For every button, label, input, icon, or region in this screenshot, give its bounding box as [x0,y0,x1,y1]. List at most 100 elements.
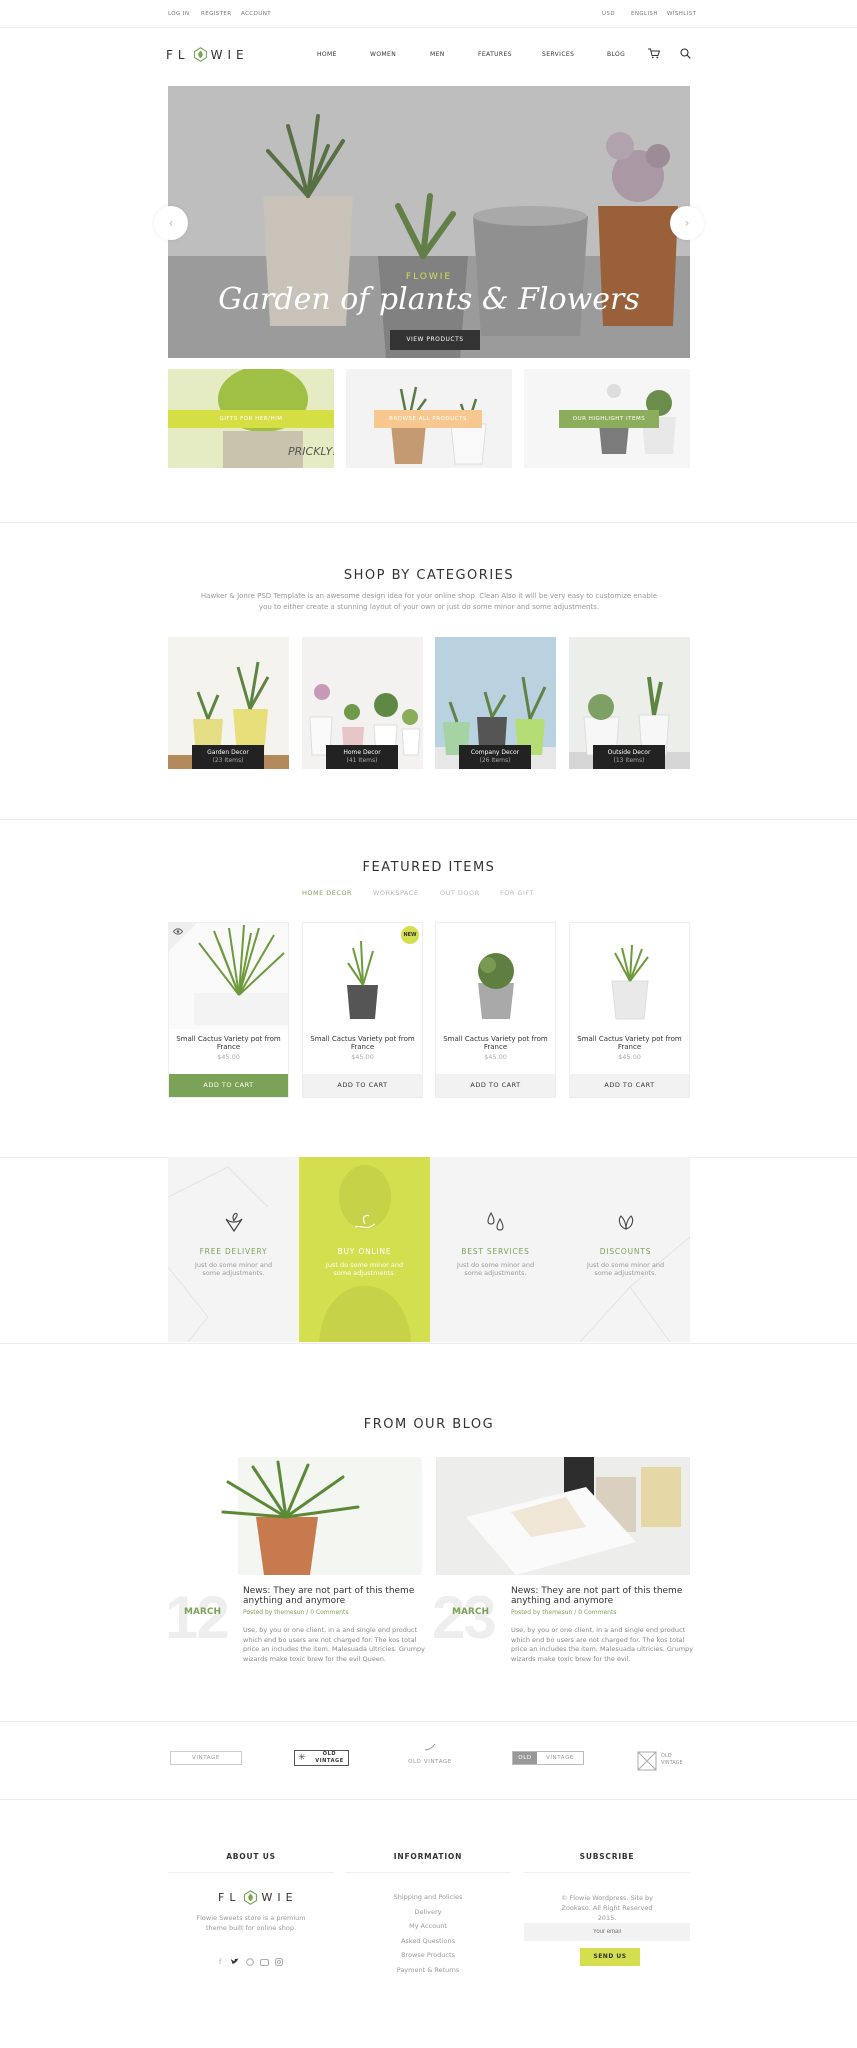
categories-title: SHOP BY CATEGORIES [343,568,515,583]
category-garden-decor[interactable]: Garden Decor (23 Items) [168,637,289,769]
view-products-button[interactable]: VIEW PRODUCTS [390,330,480,350]
currency-select[interactable]: USD [602,11,615,17]
blog-post-title[interactable]: News: They are not part of this theme an… [511,1586,696,1606]
cart-icon[interactable] [648,48,660,59]
footer-link-my-account[interactable]: My Account [345,1922,511,1930]
comments-link[interactable]: 0 Comments [310,1609,348,1616]
category-count: (26 Items) [479,757,511,764]
category-label: Company Decor (26 Items) [459,745,531,769]
brand-logo[interactable]: OLD VINTAGE [512,1751,584,1765]
about-text: Flowie Sweets store is a premium theme b… [196,1914,306,1932]
footer-link-delivery[interactable]: Delivery [345,1908,511,1916]
instagram-icon[interactable] [275,1958,283,1966]
tab-out-door[interactable]: OUT DOOR [440,889,480,897]
add-to-cart-button[interactable]: ADD TO CART [169,1074,288,1097]
brand-logo[interactable]: ✳ OLD VINTAGE [294,1750,349,1766]
footer-link-payment-returns[interactable]: Payment & Returns [345,1966,511,1974]
product-price: $45.00 [351,1053,374,1061]
product-name[interactable]: Small Cactus Variety pot from France [576,1035,683,1051]
login-link[interactable]: LOG IN [168,11,189,17]
nav-blog[interactable]: BLOG [607,51,625,58]
product-card[interactable]: Small Cactus Variety pot from France $45… [435,922,556,1098]
promo-browse[interactable]: BROWSE ALL PRODUCTS [346,369,512,468]
add-to-cart-button[interactable]: ADD TO CART [436,1074,555,1097]
twitter-icon[interactable] [231,1958,239,1965]
blog-meta: Posted by themesun / 0 Comments [243,1609,348,1616]
nav-features[interactable]: FEATURES [478,51,512,58]
brand-logo[interactable]: OLD VINTAGE [400,1756,460,1770]
search-icon[interactable] [680,48,691,59]
gifts-button[interactable]: GIFTS FOR HER/HIM [168,410,334,428]
footer-logo[interactable]: FL WIE [218,1890,298,1905]
email-input[interactable] [524,1923,690,1941]
youtube-icon[interactable] [260,1959,269,1966]
tab-home-decor[interactable]: HOME DECOR [302,889,352,897]
nav-women[interactable]: WOMEN [370,51,396,58]
featured-title: FEATURED ITEMS [362,860,496,875]
blog-title: FROM OUR BLOG [363,1417,495,1432]
footer-link-shipping[interactable]: Shipping and Policies [345,1893,511,1901]
comments-link[interactable]: 0 Comments [578,1609,616,1616]
logo-text-left: FL [218,1891,241,1904]
hero-title: Garden of plants & Flowers [218,282,640,317]
category-count: (13 Items) [613,757,645,764]
divider [0,819,857,820]
service-text: Just do some minor and some adjustments. [325,1261,404,1277]
top-bar: LOG IN REGISTER ACCOUNT USD ENGLISH WISH… [0,0,857,28]
footer-link-asked-questions[interactable]: Asked Questions [345,1937,511,1945]
eye-icon[interactable] [173,928,183,935]
category-name: Outside Decor [607,749,651,756]
highlight-items-button[interactable]: OUR HIGHLIGHT ITEMS [559,410,659,428]
brand-text: VINTAGE [661,1760,683,1766]
nav-services[interactable]: SERVICES [542,51,574,58]
service-free-delivery: FREE DELIVERY Just do some minor and som… [168,1157,299,1342]
service-text: Just do some minor and some adjustments. [586,1261,665,1277]
product-name[interactable]: Small Cactus Variety pot from France [442,1035,549,1051]
category-company-decor[interactable]: Company Decor (26 Items) [435,637,556,769]
author-link[interactable]: themesun [542,1609,572,1616]
author-link[interactable]: themesun [274,1609,304,1616]
add-to-cart-button[interactable]: ADD TO CART [570,1074,689,1097]
blog-post-title[interactable]: News: They are not part of this theme an… [243,1586,428,1606]
promo-highlight[interactable]: OUR HIGHLIGHT ITEMS [524,369,690,468]
register-link[interactable]: REGISTER [201,11,232,17]
product-card[interactable]: Small Cactus Variety pot from France $45… [569,922,690,1098]
category-outside-decor[interactable]: Outside Decor (13 Items) [569,637,690,769]
category-label: Outside Decor (13 Items) [593,745,665,769]
hero-next-arrow[interactable]: › [670,206,704,240]
brand-logo[interactable]: OLD VINTAGE [637,1751,691,1771]
language-select[interactable]: ENGLISH [631,11,658,17]
nav-men[interactable]: MEN [430,51,445,58]
logo-text-right: WIE [210,47,249,62]
category-count: (23 Items) [212,757,244,764]
logo-text-right: WIE [261,1891,298,1904]
brand-text: OLD [661,1753,672,1759]
product-name[interactable]: Small Cactus Variety pot from France [175,1035,282,1051]
category-name: Home Decor [343,749,381,756]
brand-logo[interactable]: VINTAGE [170,1751,242,1765]
send-button[interactable]: SEND US [580,1948,640,1966]
product-card[interactable]: NEW Small Cactus Variety pot from France… [302,922,423,1098]
facebook-icon[interactable]: f [219,1958,221,1966]
promo-gifts[interactable]: PRICKLY! GIFTS FOR HER/HIM [168,369,334,468]
product-name[interactable]: Small Cactus Variety pot from France [309,1035,416,1051]
plant-hand-icon [168,1209,299,1239]
brand-star-icon: ✳ [298,1753,307,1763]
logo[interactable]: FL WIE [166,47,249,62]
meta-prefix: Posted by [511,1609,543,1616]
tab-for-gift[interactable]: FOR GIFT [500,889,534,897]
blog-image[interactable] [436,1457,690,1575]
blog-excerpt: Use, by you or one client, in a and sing… [511,1626,694,1663]
footer-link-browse-products[interactable]: Browse Products [345,1951,511,1959]
wishlist-link[interactable]: WISHLIST [667,11,696,17]
nav-home[interactable]: HOME [317,51,337,58]
account-link[interactable]: ACCOUNT [241,11,271,17]
category-home-decor[interactable]: Home Decor (41 Items) [302,637,423,769]
blog-image[interactable] [168,1457,422,1575]
dribbble-icon[interactable] [246,1958,254,1966]
tab-workspace[interactable]: WORKSPACE [373,889,418,897]
hero-prev-arrow[interactable]: ‹ [154,206,188,240]
product-card[interactable]: Small Cactus Variety pot from France $45… [168,922,289,1098]
add-to-cart-button[interactable]: ADD TO CART [303,1074,422,1097]
browse-products-button[interactable]: BROWSE ALL PRODUCTS [374,410,482,428]
